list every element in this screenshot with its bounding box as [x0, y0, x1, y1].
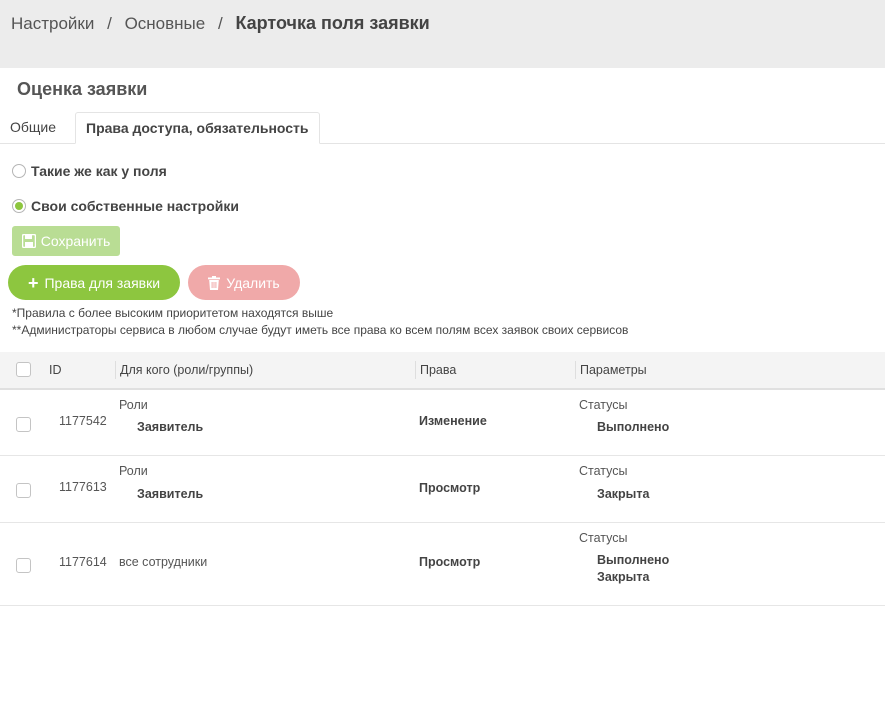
breadcrumb-separator: /: [217, 14, 223, 33]
plus-icon: +: [27, 272, 39, 293]
row-checkbox[interactable]: [16, 558, 31, 573]
column-header-rights[interactable]: Права: [420, 352, 456, 388]
radio-button[interactable]: [12, 164, 26, 178]
column-header-who[interactable]: Для кого (роли/группы): [120, 352, 253, 388]
top-bar: Настройки / Основные / Карточка поля зая…: [0, 0, 885, 68]
section-title: Оценка заявки: [17, 79, 148, 99]
row-params-item: Закрыта: [597, 570, 650, 584]
breadcrumb-separator: /: [107, 14, 112, 33]
row-params-item: Закрыта: [597, 487, 650, 501]
row-rights: Просмотр: [419, 481, 481, 495]
column-header-params[interactable]: Параметры: [580, 352, 647, 388]
row-rights: Изменение: [419, 414, 487, 428]
row-who-item: Заявитель: [137, 487, 204, 501]
column-divider: [415, 361, 416, 379]
tab-bar: Общие Права доступа, обязательность: [0, 112, 885, 144]
admin-note: **Администраторы сервиса в любом случае …: [12, 323, 629, 337]
breadcrumb-item-general[interactable]: Основные: [125, 14, 206, 33]
table-header: ID Для кого (роли/группы) Права Параметр…: [0, 352, 885, 390]
row-checkbox[interactable]: [16, 483, 31, 498]
priority-note: *Правила с более высоким приоритетом нах…: [12, 306, 334, 320]
breadcrumb: Настройки / Основные / Карточка поля зая…: [11, 13, 430, 34]
row-params-type: Статусы: [579, 531, 628, 545]
radio-option-own-settings[interactable]: Свои собственные настройки: [12, 197, 239, 215]
select-all-checkbox[interactable]: [16, 362, 31, 377]
row-params-type: Статусы: [579, 464, 628, 478]
save-button-label: Сохранить: [40, 233, 111, 249]
row-id: 1177614: [59, 555, 107, 569]
tab-general[interactable]: Общие: [10, 112, 56, 142]
table-row[interactable]: 1177542 Роли Заявитель Изменение Статусы…: [0, 390, 885, 456]
radio-label: Свои собственные настройки: [31, 198, 239, 214]
column-divider: [575, 361, 576, 379]
delete-button-label: Удалить: [226, 274, 280, 291]
row-who-item: Заявитель: [137, 420, 204, 434]
save-button[interactable]: Сохранить: [12, 226, 120, 256]
row-who-plain: все сотрудники: [119, 555, 208, 569]
breadcrumb-current: Карточка поля заявки: [235, 13, 430, 33]
column-divider: [115, 361, 116, 379]
radio-button-checked[interactable]: [12, 199, 26, 213]
table-row[interactable]: 1177613 Роли Заявитель Просмотр Статусы …: [0, 456, 885, 523]
delete-button[interactable]: Удалить: [188, 265, 300, 300]
tab-access-rights[interactable]: Права доступа, обязательность: [75, 112, 320, 144]
row-params-item: Выполнено: [597, 420, 670, 434]
row-id: 1177542: [59, 414, 107, 428]
row-params-item: Выполнено: [597, 553, 670, 567]
row-params-type: Статусы: [579, 398, 628, 412]
radio-option-same-as-field[interactable]: Такие же как у поля: [12, 162, 167, 180]
radio-label: Такие же как у поля: [31, 163, 167, 179]
add-rights-button[interactable]: + Права для заявки: [8, 265, 180, 300]
row-checkbox[interactable]: [16, 417, 31, 432]
row-rights: Просмотр: [419, 555, 481, 569]
row-who-type: Роли: [119, 464, 148, 478]
add-rights-button-label: Права для заявки: [44, 274, 161, 291]
floppy-disk-icon: [21, 234, 36, 248]
column-header-id[interactable]: ID: [49, 352, 62, 388]
table-row[interactable]: 1177614 все сотрудники Просмотр Статусы …: [0, 523, 885, 606]
trash-icon: [208, 275, 221, 290]
row-who-type: Роли: [119, 398, 148, 412]
row-id: 1177613: [59, 480, 107, 494]
breadcrumb-item-settings[interactable]: Настройки: [11, 14, 94, 33]
